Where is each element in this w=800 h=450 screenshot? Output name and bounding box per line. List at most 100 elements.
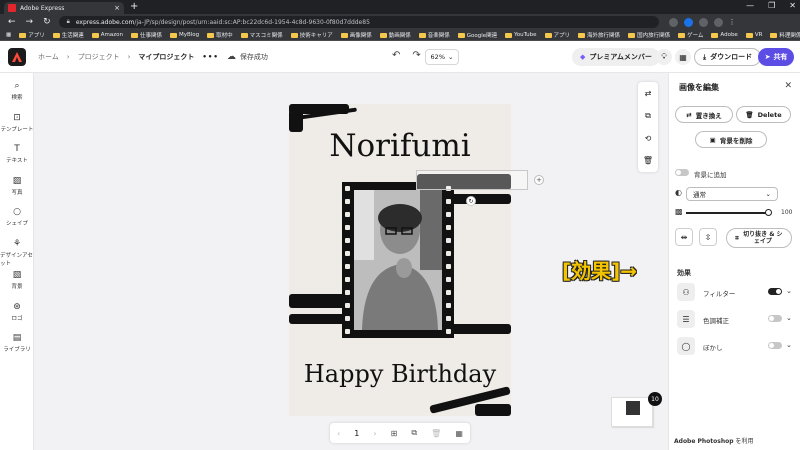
premium-member-button[interactable]: ◆ プレミアムメンバー: [572, 48, 660, 66]
bookmark-item[interactable]: 音楽関係: [418, 31, 450, 39]
window-close-icon[interactable]: ✕: [789, 1, 796, 10]
bookmark-item[interactable]: VR: [745, 32, 762, 38]
bookmark-item[interactable]: 国内旅行関係: [628, 31, 670, 39]
bookmark-item[interactable]: 動画関係: [379, 31, 411, 39]
bookmark-item[interactable]: ゲーム: [678, 31, 703, 39]
bookmark-item[interactable]: Amazon: [91, 32, 123, 38]
chevron-down-icon[interactable]: ⌄: [786, 287, 792, 295]
adobe-express-logo[interactable]: [8, 47, 26, 66]
apps-grid-icon[interactable]: ▦: [6, 32, 11, 38]
filter-icon-button[interactable]: ⚇: [677, 283, 695, 301]
close-icon[interactable]: ✕: [784, 81, 792, 91]
bookmark-item[interactable]: 仕事関係: [130, 31, 162, 39]
grid-view-icon[interactable]: ▦: [455, 429, 463, 438]
breadcrumb-current[interactable]: マイプロジェクト: [138, 52, 194, 62]
rail-item-template[interactable]: ⊡ テンプレート: [0, 113, 34, 133]
bookmark-item[interactable]: YouTube: [505, 32, 537, 38]
bookmark-item[interactable]: 海外旅行関係: [578, 31, 620, 39]
blend-mode-select[interactable]: 通常 ⌄: [686, 187, 778, 201]
reload-icon[interactable]: ↻: [43, 17, 51, 27]
redo-icon[interactable]: ↷: [412, 50, 420, 61]
forward-icon[interactable]: →: [26, 17, 34, 27]
flip-vertical-button[interactable]: ⇳: [699, 228, 717, 246]
bookmark-item[interactable]: Google関連: [457, 31, 497, 39]
design-page[interactable]: Norifumi Happy Birthday: [289, 104, 511, 416]
prev-page-icon[interactable]: ‹: [337, 429, 340, 438]
replace-icon[interactable]: ⟲: [645, 134, 652, 143]
rail-item-photo[interactable]: ▨ 写真: [0, 176, 34, 196]
browser-tab[interactable]: Adobe Express ×: [4, 2, 124, 14]
menu-icon[interactable]: ⋮: [729, 18, 738, 27]
rail-item-library[interactable]: ▤ ライブラリ: [0, 333, 34, 353]
schedule-button[interactable]: ▦: [675, 49, 691, 65]
trash-icon[interactable]: 🗑︎: [643, 156, 653, 165]
opacity-slider-knob[interactable]: [765, 209, 772, 216]
design-name-text[interactable]: Norifumi: [289, 128, 511, 164]
duplicate-page-icon[interactable]: ⧉: [411, 428, 417, 438]
minimize-icon[interactable]: —: [746, 1, 754, 10]
calendar-icon: ▦: [679, 52, 687, 62]
bookmark-item[interactable]: 料理関係: [770, 31, 800, 39]
share-button[interactable]: ➤ 共有: [758, 48, 794, 66]
extension-icon[interactable]: [668, 17, 678, 27]
blur-icon-button[interactable]: ◯: [677, 337, 695, 355]
breadcrumb-projects[interactable]: プロジェクト: [78, 52, 120, 62]
maximize-icon[interactable]: ❐: [768, 1, 775, 10]
remove-background-button[interactable]: ▣ 背景を削除: [695, 131, 767, 148]
portrait-photo[interactable]: [354, 190, 442, 330]
bookmark-item[interactable]: 画像関係: [340, 31, 372, 39]
crop-shape-button[interactable]: ⌗ 切り抜き & シェイプ: [726, 228, 792, 248]
tab-close-icon[interactable]: ×: [114, 4, 120, 12]
opacity-slider[interactable]: [686, 212, 770, 214]
idea-button[interactable]: 💡︎: [656, 49, 672, 65]
profile-avatar[interactable]: [713, 17, 723, 27]
chevron-down-icon[interactable]: ⌄: [786, 341, 792, 349]
add-to-background-toggle[interactable]: [675, 169, 689, 176]
rail-item-design-assets[interactable]: ⚘ デザインアセット: [0, 239, 34, 267]
undo-icon[interactable]: ↶: [392, 50, 400, 61]
selection-box[interactable]: [416, 170, 528, 190]
rail-item-text[interactable]: T テキスト: [0, 144, 34, 164]
bookmark-item[interactable]: Adobe: [711, 32, 738, 38]
next-page-icon[interactable]: ›: [373, 429, 376, 438]
blur-toggle[interactable]: [768, 342, 782, 349]
back-icon[interactable]: ←: [8, 17, 16, 27]
download-button[interactable]: ⤓ ダウンロード: [694, 48, 762, 66]
filter-toggle[interactable]: [768, 288, 782, 295]
add-handle-icon[interactable]: +: [534, 175, 544, 185]
color-adjust-toggle[interactable]: [768, 315, 782, 322]
extension-icon[interactable]: [698, 17, 708, 27]
more-options-button[interactable]: •••: [202, 53, 218, 61]
bookmark-item[interactable]: 技術キャリア: [290, 31, 333, 39]
rail-item-search[interactable]: ⌕ 検索: [0, 81, 34, 101]
save-status: ☁ 保存成功: [227, 52, 268, 62]
rail-item-logo[interactable]: ⊛ ロゴ: [0, 302, 34, 322]
rotate-handle-icon[interactable]: ↻: [466, 196, 476, 206]
bookmark-item[interactable]: アプリ: [19, 31, 45, 39]
rail-item-shape[interactable]: ○ シェイプ: [0, 207, 34, 227]
bookmark-item[interactable]: 取材中: [207, 31, 233, 39]
delete-page-icon[interactable]: 🗑︎: [431, 429, 441, 438]
film-frame[interactable]: [342, 182, 454, 338]
new-tab-icon[interactable]: +: [130, 1, 138, 12]
add-page-icon[interactable]: ⊞: [391, 429, 398, 438]
zoom-select[interactable]: 62% ⌄: [425, 49, 459, 65]
delete-label: Delete: [757, 110, 782, 119]
bookmark-item[interactable]: マスコミ関係: [240, 31, 283, 39]
swap-icon[interactable]: ⇄: [645, 89, 652, 98]
greeting-text[interactable]: Happy Birthday: [289, 360, 511, 388]
color-adjust-icon-button[interactable]: ☰: [677, 310, 695, 328]
page-thumbnail[interactable]: [611, 397, 653, 427]
layers-icon[interactable]: ⧉: [645, 111, 651, 121]
bookmark-item[interactable]: MyBlog: [169, 32, 199, 38]
flip-horizontal-button[interactable]: ⇹: [675, 228, 693, 246]
replace-button[interactable]: ⇄ 置き換え: [675, 106, 733, 123]
chevron-down-icon[interactable]: ⌄: [786, 314, 792, 322]
delete-button[interactable]: 🗑︎ Delete: [736, 106, 791, 123]
rail-item-background[interactable]: ▧ 背景: [0, 270, 34, 290]
breadcrumb-home[interactable]: ホーム: [38, 52, 59, 62]
extension-icon[interactable]: [683, 17, 693, 27]
url-input[interactable]: 🔒︎ express.adobe.com/ja-JP/sp/design/pos…: [58, 16, 659, 28]
bookmark-item[interactable]: 生活関連: [52, 31, 84, 39]
bookmark-item[interactable]: アプリ: [544, 31, 570, 39]
